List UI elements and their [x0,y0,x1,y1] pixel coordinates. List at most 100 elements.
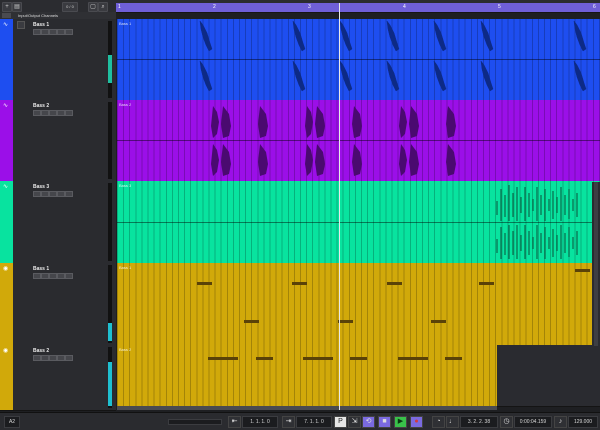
mute-button[interactable] [33,29,41,35]
left-locator-field[interactable]: 1. 1. 1. 0 [242,416,278,428]
write-button[interactable] [57,355,65,361]
solo-button[interactable] [41,29,49,35]
project-label[interactable]: A2 [4,416,20,428]
solo-button[interactable] [41,273,49,279]
midi-note[interactable] [208,357,238,360]
record-arm-button[interactable] [65,273,73,279]
add-track-button[interactable]: + [2,2,12,12]
punch-in-icon[interactable]: P [334,416,347,428]
track-header[interactable]: ∿ Bass 3 [0,181,116,264]
track-name: Bass 2 [33,103,50,109]
midi-lane-bass-2[interactable]: Bass 2 [117,345,600,407]
record-arm-button[interactable] [65,355,73,361]
midi-part-bass-2[interactable]: Bass 2 [117,345,497,406]
midi-note[interactable] [244,320,259,323]
stop-button[interactable]: ■ [378,416,391,428]
grid-overlay [117,263,600,345]
solo-button[interactable] [41,110,49,116]
audio-track-icon: ∿ [3,22,9,28]
midi-part-bass-1[interactable]: Bass 1 [117,263,600,346]
midi-note[interactable] [398,357,428,360]
midi-note[interactable] [256,357,273,360]
read-button[interactable] [49,355,57,361]
go-to-right-locator-icon[interactable]: ⇥ [282,416,295,428]
midi-note[interactable] [575,269,590,272]
midi-note[interactable] [387,282,402,285]
record-arm-button[interactable] [65,191,73,197]
write-button[interactable] [57,273,65,279]
ruler-bar-label: 6 [593,4,596,10]
position-bars-field[interactable]: 3. 2. 2. 38 [460,416,498,428]
track-header[interactable]: ∿ Bass 2 [0,100,116,182]
playhead-cursor[interactable] [339,3,340,410]
scrollbar-thumb[interactable] [594,182,598,346]
horizontal-scrollbar[interactable] [117,406,497,410]
midi-note[interactable] [350,357,367,360]
io-channels-label: Input/Output Channels [18,13,59,18]
record-button[interactable]: ● [410,416,423,428]
io-channels-row[interactable]: Input/Output Channels [0,12,116,19]
overview-bar[interactable] [168,419,222,425]
level-meter [108,265,112,343]
go-to-left-locator-icon[interactable]: ⇤ [228,416,241,428]
midi-note[interactable] [338,320,353,323]
record-arm-button[interactable] [65,110,73,116]
read-button[interactable] [49,29,57,35]
event-label: Bass 1 [119,265,132,270]
lock-icon[interactable]: ▢ [88,2,98,12]
record-arm-button[interactable] [65,29,73,35]
read-button[interactable] [49,273,57,279]
track-color-strip [0,263,13,345]
midi-note[interactable] [431,320,446,323]
tempo-mode-icon[interactable]: ♪ [554,416,567,428]
write-button[interactable] [57,29,65,35]
midi-note[interactable] [303,357,333,360]
read-button[interactable] [49,191,57,197]
track-name: Bass 3 [33,184,50,190]
midi-note[interactable] [445,357,462,360]
midi-note[interactable] [197,282,212,285]
ruler-bar-label: 4 [403,4,406,10]
audio-event-bass-3[interactable]: Bass 3 [117,181,600,264]
mute-button[interactable] [33,355,41,361]
tempo-track-icon[interactable]: ♩ [446,416,459,428]
mute-button[interactable] [33,110,41,116]
midi-note[interactable] [479,282,494,285]
play-button[interactable]: ▶ [394,416,407,428]
level-meter [108,347,112,408]
track-header[interactable]: ◉ Bass 2 [0,345,116,411]
search-icon[interactable]: ⌕ [98,2,108,12]
solo-button[interactable] [41,191,49,197]
audio-event-bass-2[interactable]: Bass 2 [117,100,600,182]
tempo-field[interactable]: 129.000 [568,416,598,428]
clock-icon[interactable]: ◷ [500,416,513,428]
midi-note[interactable] [292,282,307,285]
midi-track-icon: ◉ [3,348,9,354]
write-button[interactable] [57,110,65,116]
audio-event-bass-1[interactable]: Bass 1 [117,19,600,101]
solo-button[interactable] [41,355,49,361]
write-button[interactable] [57,191,65,197]
track-header[interactable]: ∿ Bass 1 [0,19,116,101]
read-button[interactable] [49,110,57,116]
track-header[interactable]: ◉ Bass 1 [0,263,116,346]
timeline-ruler[interactable]: 1 2 3 4 5 6 [116,3,600,12]
zoom-field[interactable]: 0 / 0 [62,2,78,12]
track-color-strip [0,345,13,410]
mute-button[interactable] [33,273,41,279]
vertical-scrollbar[interactable] [592,182,600,346]
metronome-icon[interactable]: ◔ [432,416,445,428]
waveform [496,185,578,259]
track-color-strip [0,181,13,263]
cycle-button[interactable]: ⟲ [362,416,375,428]
punch-out-icon[interactable]: ⇲ [348,416,361,428]
mute-button[interactable] [33,191,41,197]
right-locator-field[interactable]: 7. 1. 1. 0 [296,416,332,428]
folder-icon[interactable]: ▤ [12,2,22,12]
position-time-field[interactable]: 0:00:04.159 [514,416,552,428]
grid-overlay [117,345,497,406]
track-toggle[interactable] [17,21,25,29]
ruler-bar-label: 3 [308,4,311,10]
level-meter [108,102,112,179]
ruler-bar-label: 2 [213,4,216,10]
